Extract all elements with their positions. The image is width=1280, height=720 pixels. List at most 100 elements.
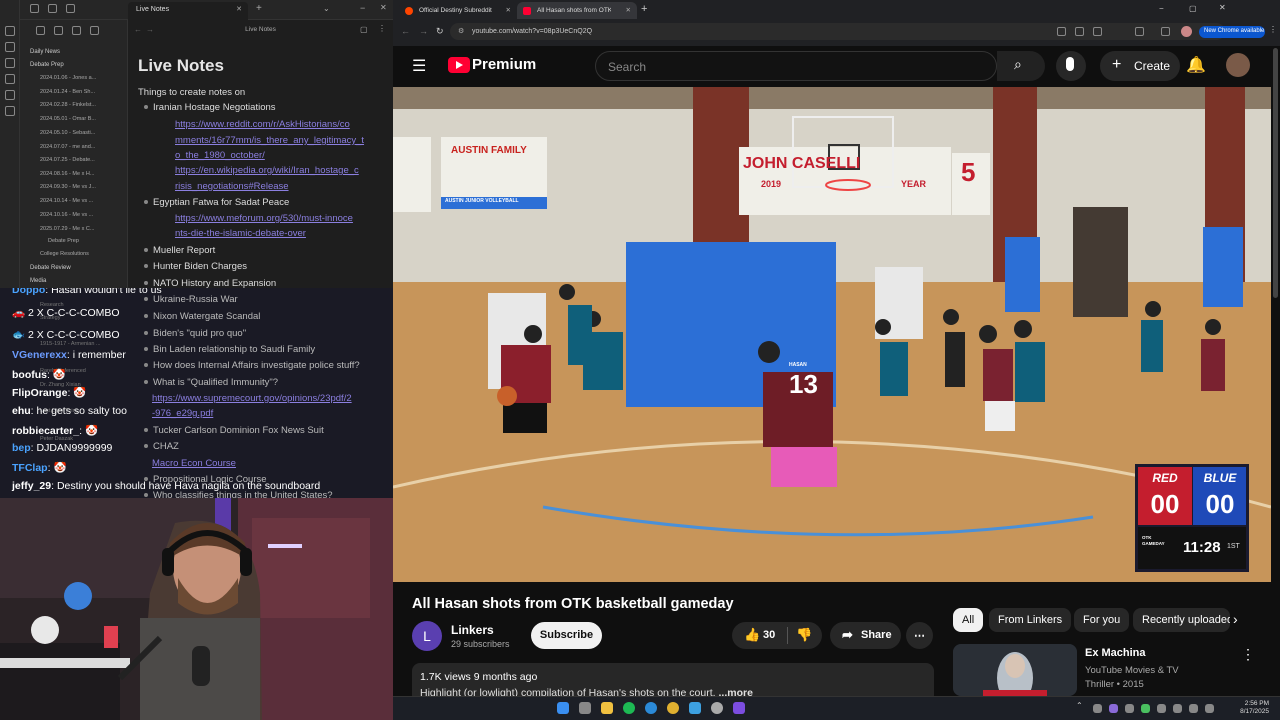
update-chrome-button[interactable]: New Chrome available [1199,26,1265,38]
more-actions-button[interactable]: ⋯ [906,622,933,649]
thumbs-down-icon[interactable]: 👎 [796,627,812,643]
more-options-icon[interactable]: ⋮ [378,24,386,33]
note-link[interactable]: https://en.wikipedia.org/wiki/Iran_hosta… [175,165,359,176]
file-tree-item[interactable]: 2025.07.29 - Me x C... [40,226,94,232]
start-icon[interactable] [557,702,569,714]
collapse-icon[interactable] [90,26,99,35]
close-icon[interactable]: ✕ [506,6,511,14]
spotify-icon[interactable] [623,702,635,714]
maximize-icon[interactable]: ▢ [1189,4,1197,13]
subscribe-button[interactable]: Subscribe [531,622,602,649]
app-icon[interactable] [689,702,701,714]
account-avatar[interactable] [1226,53,1250,77]
task-view-icon[interactable] [579,702,591,714]
file-tree-item[interactable]: Debate Review [30,265,71,271]
file-tree-item[interactable]: 2024.05.10 - Sebasti... [40,130,95,136]
minimize-icon[interactable]: − [1159,4,1164,13]
send-icon[interactable] [5,26,15,36]
file-tree-item[interactable]: Daily News [30,49,60,55]
file-tree-item[interactable]: 2024.10.14 - Me vs ... [40,198,93,204]
file-tree-item[interactable]: 2024.09.30 - Me vs J... [40,184,96,190]
note-link[interactable]: o_the_1980_october/ [175,150,265,161]
address-bar[interactable]: ⚙ youtube.com/watch?v=08p3UeCnQ2Q ☆ [450,23,1225,40]
tab-destiny-subreddit[interactable]: Official Destiny Subreddit ✕ [399,2,517,19]
tray-icon[interactable] [1141,704,1150,713]
file-tree-item[interactable]: 2024.07.25 - Debate... [40,157,95,163]
extension-icon[interactable] [1075,27,1084,36]
channel-name[interactable]: Linkers [451,623,494,637]
obs-icon[interactable] [711,702,723,714]
back-arrow-icon[interactable]: ← [401,26,410,36]
obsidian-icon[interactable] [733,702,745,714]
note-link[interactable]: Macro Econ Course [152,458,236,469]
recommended-title[interactable]: Ex Machina [1085,647,1146,659]
graph-icon[interactable] [5,74,15,84]
system-clock[interactable]: 2:56 PM 8/17/2025 [1229,700,1269,716]
tray-icon[interactable] [1173,704,1182,713]
files-icon[interactable] [5,42,15,52]
wifi-icon[interactable] [1189,704,1198,713]
file-tree-item[interactable]: Media [30,278,46,284]
hamburger-menu-icon[interactable]: ☰ [412,56,426,76]
file-tree-item[interactable]: College Resolutions [40,251,89,257]
recommended-thumbnail[interactable] [953,644,1077,696]
forward-arrow-icon[interactable]: → [146,25,154,34]
chip-for-you[interactable]: For you [1074,608,1130,632]
sidebar-icon[interactable] [1161,27,1170,36]
file-tree-item[interactable]: 2024.05.01 - Omar B... [40,116,96,122]
file-tree-item[interactable]: Debate Prep [30,62,64,68]
folder-icon[interactable] [30,4,39,13]
reading-view-icon[interactable]: ▢ [360,25,368,34]
file-explorer-icon[interactable] [601,702,613,714]
chip-from-linkers[interactable]: From Linkers [989,608,1072,632]
video-player[interactable]: AUSTIN FAMILY AUSTIN JUNIOR VOLLEYBALL J… [393,87,1271,582]
search-icon[interactable] [5,58,15,68]
close-window-icon[interactable]: ✕ [1219,3,1226,12]
file-tree-item[interactable]: Debate Prep [48,238,79,244]
close-icon[interactable]: ✕ [626,6,631,14]
extension-icon[interactable] [1057,27,1066,36]
chip-recently-uploaded[interactable]: Recently uploaded [1133,608,1230,632]
search-button[interactable]: ⌕ [997,51,1045,81]
search-input[interactable]: Search [595,51,997,81]
close-icon[interactable]: ✕ [236,5,242,13]
sort-icon[interactable] [72,26,81,35]
note-link[interactable]: https://www.supremecourt.gov/opinions/23… [152,393,352,404]
chevron-down-icon[interactable]: ⌄ [323,4,330,13]
note-link[interactable]: -976_e29g.pdf [152,408,213,419]
new-note-icon[interactable] [36,26,45,35]
back-arrow-icon[interactable]: ← [134,25,142,34]
site-info-icon[interactable]: ⚙ [458,27,464,35]
note-link[interactable]: https://www.meforum.org/530/must-innoce [175,213,353,224]
tray-icon[interactable] [1109,704,1118,713]
file-tree-item[interactable]: 2024.01.24 - Ben Sh... [40,89,95,95]
notifications-bell-icon[interactable]: 🔔 [1186,55,1206,75]
channel-avatar[interactable]: L [412,621,442,651]
note-link[interactable]: risis_negotiations#Release [175,181,289,192]
tray-icon[interactable] [1157,704,1166,713]
file-tree-item[interactable]: 2024.01.06 - Jones a... [40,75,96,81]
file-tree-item[interactable]: 2024.07.07 - me and... [40,144,95,150]
youtube-logo-text[interactable]: Premium [472,56,536,73]
edge-icon[interactable] [645,702,657,714]
tab-live-notes[interactable]: Live Notes ✕ [128,2,248,20]
thumbs-up-icon[interactable]: 👍 [744,627,760,643]
more-vertical-icon[interactable]: ⋮ [1241,646,1255,663]
new-folder-icon[interactable] [54,26,63,35]
menu-icon[interactable]: ⋮ [1269,25,1277,34]
profile-avatar[interactable] [1181,26,1192,37]
minimize-icon[interactable]: − [360,3,365,13]
extension-icon[interactable] [1135,27,1144,36]
bookmark-icon[interactable] [66,4,75,13]
youtube-logo-icon[interactable] [448,57,470,73]
canvas-icon[interactable] [5,90,15,100]
chevron-right-icon[interactable]: › [1233,611,1238,627]
note-link[interactable]: nts-die-the-islamic-debate-over [175,228,306,239]
new-tab-icon[interactable]: + [641,3,647,15]
file-tree-item[interactable]: 2024.10.16 - Me vs ... [40,212,93,218]
tab-youtube[interactable]: All Hasan shots from OTK b... ✕ [517,2,637,19]
volume-icon[interactable] [1205,704,1214,713]
tray-icon[interactable] [1093,704,1102,713]
create-button[interactable]: + Create [1100,51,1180,81]
file-tree-item[interactable]: 2024.02.28 - Finkelst... [40,102,96,108]
